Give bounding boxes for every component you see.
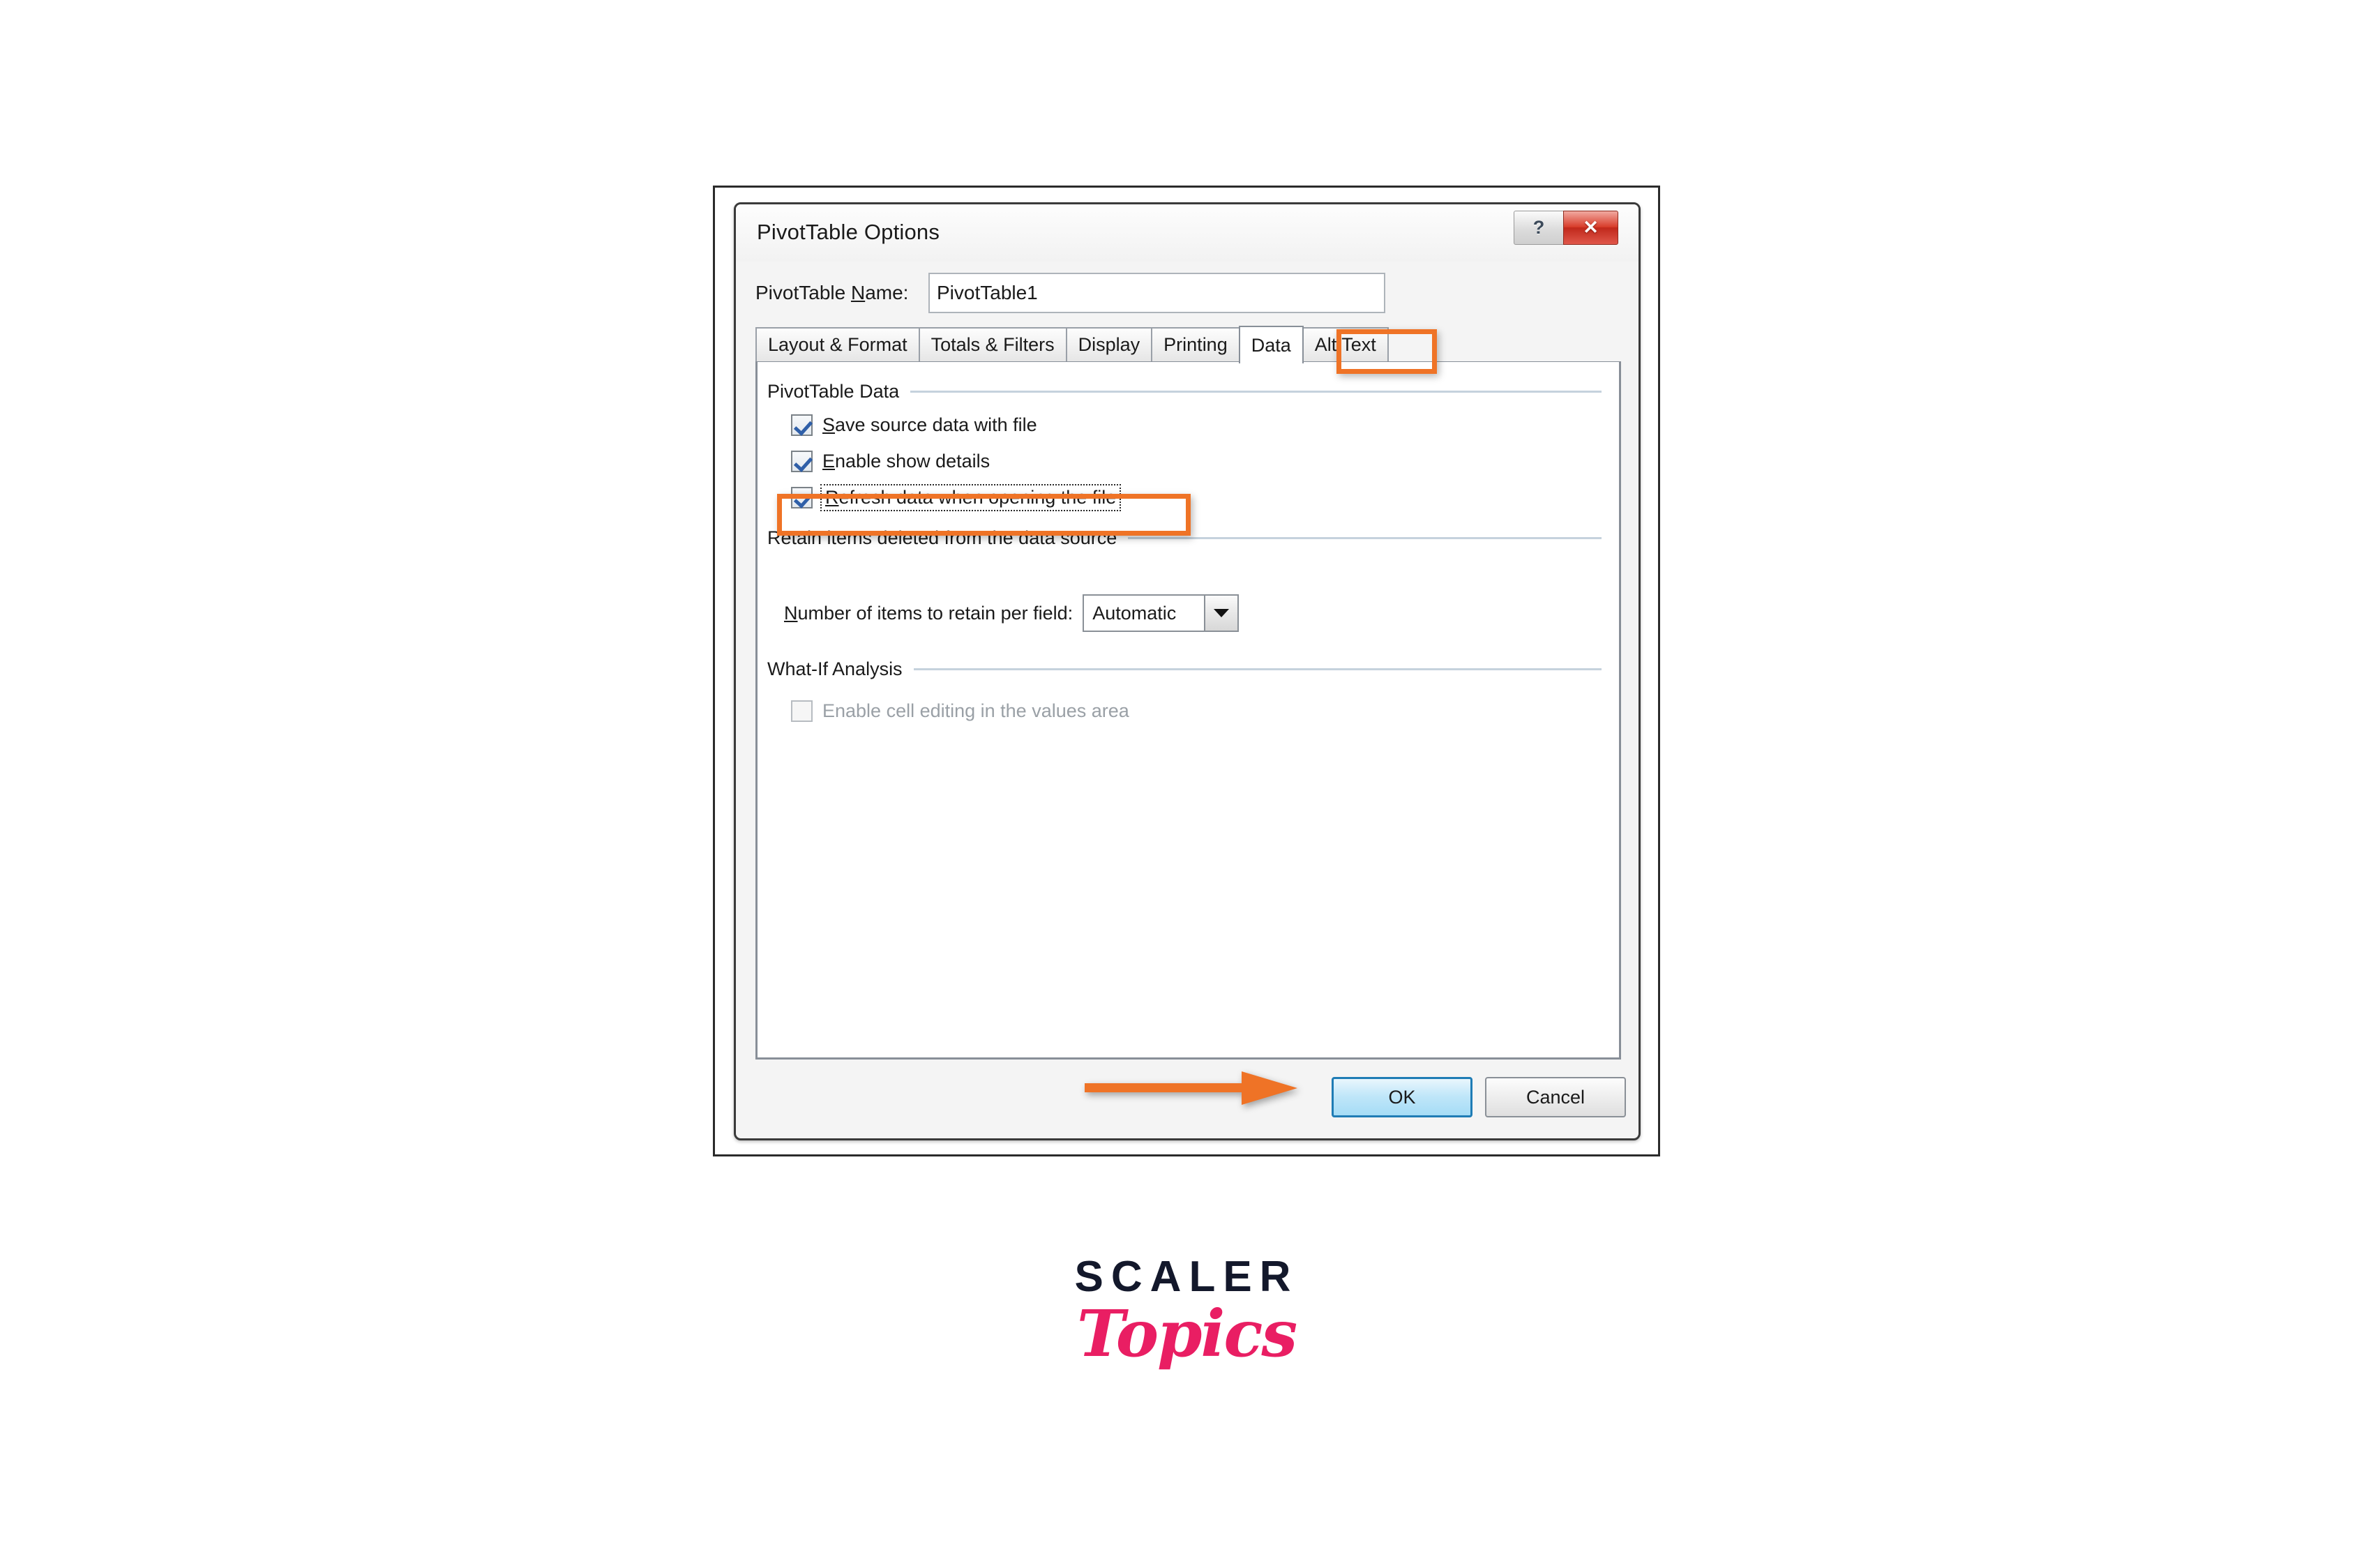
pivottable-name-input[interactable]: PivotTable1 <box>928 273 1385 313</box>
pivottable-name-label: PivotTable Name: <box>755 282 908 304</box>
checkbox-row-refresh-data[interactable]: Refresh data when opening the file <box>791 482 1122 513</box>
pivottable-name-row: PivotTable Name: PivotTable1 <box>755 273 1620 315</box>
group-label-pivottable-data: PivotTable Data <box>767 380 900 402</box>
tab-display[interactable]: Display <box>1065 327 1153 361</box>
group-label-retain-items: Retain items deleted from the data sourc… <box>767 527 1117 548</box>
group-rule <box>910 390 1602 393</box>
dialog-titlebar: PivotTable Options ? ✕ <box>736 204 1638 262</box>
checkbox-row-save-source-data[interactable]: Save source data with file <box>791 409 1037 440</box>
accel-char: E <box>822 450 836 472</box>
tab-strip: Layout & Format Totals & Filters Display… <box>755 326 1621 363</box>
group-header-pivottable-data: PivotTable Data <box>767 380 1602 402</box>
retain-items-field-label: Number of items to retain per field: <box>784 602 1074 624</box>
checkbox-label-enable-cell-editing: Enable cell editing in the values area <box>822 700 1129 721</box>
group-rule <box>1128 536 1602 539</box>
scaler-topics-logo: SCALER Topics <box>0 1256 2373 1368</box>
name-label-part1: PivotTable <box>755 282 851 303</box>
tab-alt-text[interactable]: Alt Text <box>1302 327 1389 361</box>
accel-char: N <box>784 602 798 624</box>
checkbox-row-enable-show-details[interactable]: Enable show details <box>791 446 990 476</box>
chevron-down-icon[interactable] <box>1204 596 1238 631</box>
name-label-part2: ame: <box>865 282 909 303</box>
accel-char: R <box>825 486 839 508</box>
ok-button[interactable]: OK <box>1332 1077 1472 1117</box>
close-icon[interactable]: ✕ <box>1563 211 1618 245</box>
name-label-accel: N <box>850 282 866 303</box>
checkbox-refresh-data-on-open[interactable] <box>791 486 813 508</box>
tab-data[interactable]: Data <box>1238 326 1304 363</box>
tab-printing[interactable]: Printing <box>1151 327 1240 361</box>
pivottable-options-dialog: PivotTable Options ? ✕ PivotTable Name: … <box>734 202 1641 1140</box>
checkbox-row-enable-cell-editing: Enable cell editing in the values area <box>791 695 1129 726</box>
dialog-title: PivotTable Options <box>757 220 940 244</box>
dialog-button-bar: OK Cancel <box>736 1062 1638 1138</box>
retain-items-dropdown[interactable]: Automatic <box>1083 594 1240 632</box>
accel-char: S <box>822 414 836 435</box>
logo-primary-text: SCALER <box>1074 1253 1299 1301</box>
checkbox-label-enable-show-details: Enable show details <box>822 450 990 472</box>
checkbox-enable-show-details[interactable] <box>791 450 813 472</box>
group-rule <box>913 668 1602 670</box>
checkbox-enable-cell-editing <box>791 700 813 722</box>
logo-secondary-text: Topics <box>1076 1296 1297 1371</box>
cancel-button[interactable]: Cancel <box>1485 1077 1626 1117</box>
checkbox-label-save-source-data: Save source data with file <box>822 414 1037 435</box>
group-label-what-if-analysis: What-If Analysis <box>767 658 903 679</box>
tab-layout-format[interactable]: Layout & Format <box>755 327 920 361</box>
tab-totals-filters[interactable]: Totals & Filters <box>918 327 1067 361</box>
help-icon[interactable]: ? <box>1514 211 1564 245</box>
group-header-retain-items: Retain items deleted from the data sourc… <box>767 527 1602 549</box>
retain-items-selected-value: Automatic <box>1092 602 1177 624</box>
checkbox-save-source-data[interactable] <box>791 414 813 436</box>
group-header-what-if-analysis: What-If Analysis <box>767 658 1602 680</box>
retain-items-row: Number of items to retain per field: Aut… <box>784 594 1240 633</box>
checkbox-label-refresh-data-on-open: Refresh data when opening the file <box>820 483 1122 511</box>
tab-content-panel: PivotTable Data Save source data with fi… <box>755 362 1621 1060</box>
